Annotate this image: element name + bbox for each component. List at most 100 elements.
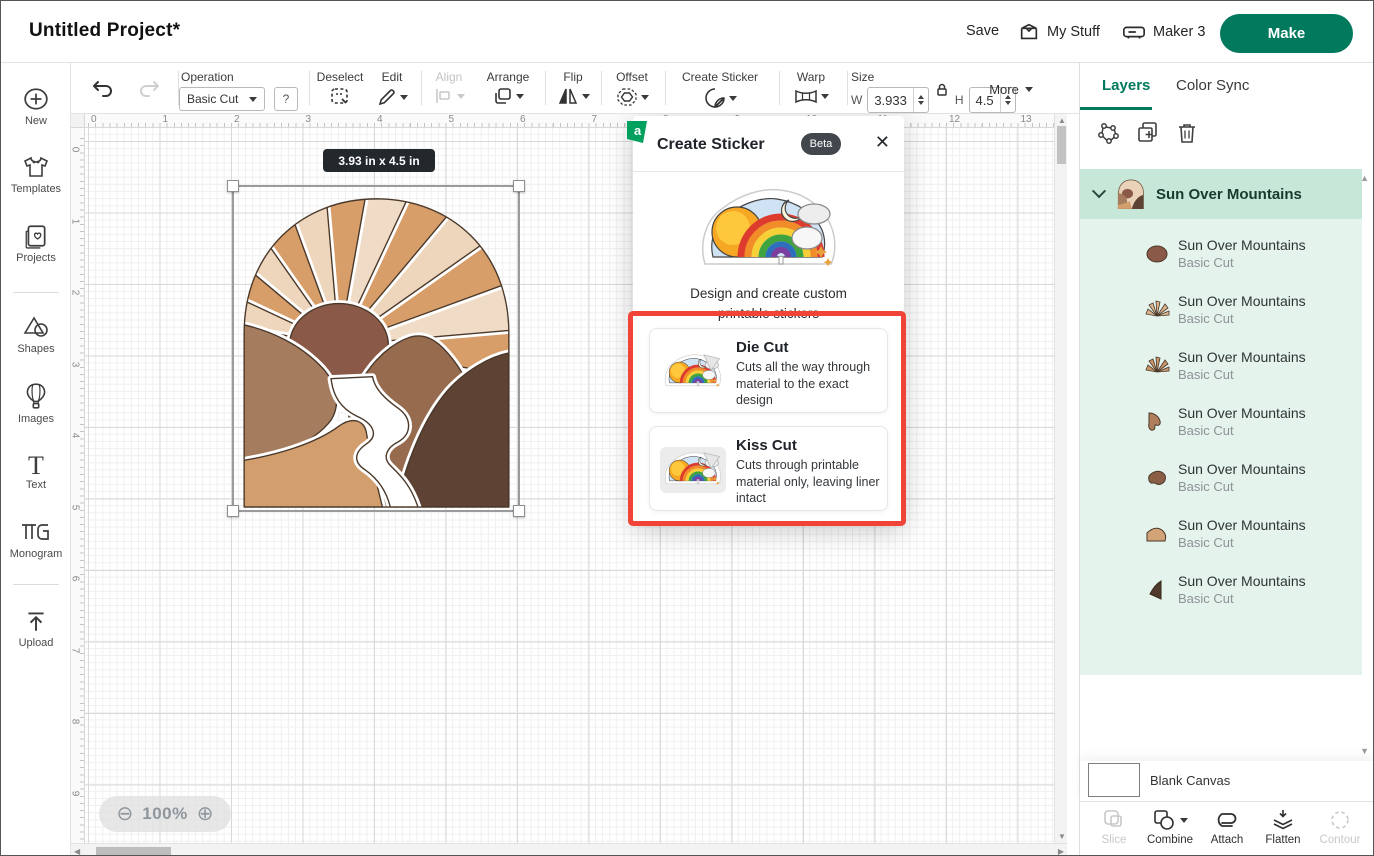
operation-select[interactable]: Basic Cut [179,87,265,111]
scrollbar-thumb[interactable] [96,847,171,855]
new-plus-icon [23,86,49,112]
my-stuff-icon [1018,21,1040,43]
tab-layers[interactable]: Layers [1102,77,1150,94]
layer-thumbnail-sun [1144,241,1170,267]
canvas-grid[interactable] [85,128,1054,843]
lock-aspect-icon[interactable] [934,82,950,98]
scroll-up-icon[interactable]: ▲ [1058,116,1066,125]
group-ungroup-icon[interactable] [1096,121,1121,146]
sidebar-item-templates[interactable]: Templates [1,154,71,195]
layer-thumbnail-rays-light [1144,297,1170,323]
machine-selector[interactable]: Maker 3 [1122,21,1205,43]
sidebar-item-label: New [1,115,71,127]
ruler-number: 2 [234,114,240,125]
layer-item[interactable]: Sun Over Mountains Basic Cut [1080,451,1362,507]
layer-item[interactable]: Sun Over Mountains Basic Cut [1080,339,1362,395]
layers-panel: Layers Color Sync ▲ [1079,63,1374,856]
selection-bounding-box[interactable] [232,185,520,512]
sidebar-item-monogram[interactable]: Monogram [1,519,71,560]
arrange-menu-button[interactable]: Arrange [477,63,539,114]
selection-handle[interactable] [513,180,525,192]
arrange-layers-icon [493,87,513,106]
selection-handle[interactable] [227,505,239,517]
tab-color-sync[interactable]: Color Sync [1176,77,1249,94]
sidebar-item-new[interactable]: New [1,86,71,127]
make-button[interactable]: Make [1220,14,1353,53]
zoom-out-button[interactable]: ⊖ [116,804,133,824]
toolbar-divider [601,71,602,105]
flatten-button[interactable]: Flatten [1257,808,1309,846]
die-cut-option[interactable]: Die Cut Cuts all the way through materia… [649,328,888,413]
save-button[interactable]: Save [966,23,999,39]
warp-label: Warp [781,70,841,84]
sticker-illustration [695,182,843,280]
layer-group-header[interactable]: Sun Over Mountains [1080,169,1362,219]
pencil-icon [377,87,397,107]
zoom-in-button[interactable]: ⊕ [197,804,214,824]
layer-item[interactable]: Sun Over Mountains Basic Cut [1080,507,1362,563]
width-label: W [851,93,862,107]
contour-button[interactable]: Contour [1314,808,1366,846]
sidebar-item-shapes[interactable]: Shapes [1,314,71,355]
scroll-left-icon[interactable]: ◀ [74,847,80,856]
chevron-down-icon[interactable] [1092,184,1106,198]
canvas-vertical-scrollbar[interactable]: ▲ ▼ [1054,114,1067,843]
canvas-horizontal-scrollbar[interactable]: ◀ ▶ [71,843,1067,856]
attach-button[interactable]: Attach [1201,808,1253,846]
width-stepper[interactable] [913,88,928,112]
flip-menu-button[interactable]: Flip [547,63,599,114]
align-menu-button[interactable]: Align [423,63,475,114]
create-sticker-button[interactable]: Create Sticker [667,63,773,114]
sidebar-item-projects[interactable]: Projects [1,223,71,264]
toolbar-divider [421,71,422,105]
ruler-number: 6 [520,114,526,125]
layer-thumbnail-mid-mountain [1144,465,1170,491]
size-tooltip: 3.93 in x 4.5 in [323,149,435,172]
deselect-button[interactable]: Deselect [311,63,369,114]
selection-handle[interactable] [227,180,239,192]
width-input[interactable]: 3.933 [867,87,929,113]
close-icon[interactable]: ✕ [875,132,890,153]
warp-menu-button[interactable]: Warp [781,63,841,114]
offset-menu-button[interactable]: Offset [603,63,661,114]
more-menu-button[interactable]: More [976,63,1046,114]
layer-actions-bar: Slice Combine Attach [1080,801,1374,856]
operation-help-button[interactable]: ? [274,87,298,111]
cricut-access-flag-icon: a [625,119,647,143]
delete-icon[interactable] [1176,121,1198,145]
redo-icon[interactable] [136,78,160,98]
edit-menu-button[interactable]: Edit [369,63,415,114]
attach-paperclip-icon [1214,808,1240,832]
my-stuff-button[interactable]: My Stuff [1018,21,1100,43]
selection-handle[interactable] [513,505,525,517]
undo-icon[interactable] [92,78,116,98]
layer-item[interactable]: Sun Over Mountains Basic Cut [1080,227,1362,283]
sidebar-item-label: Upload [1,637,71,649]
sidebar-item-label: Text [1,479,71,491]
sidebar-item-upload[interactable]: Upload [1,608,71,649]
kiss-cut-option[interactable]: Kiss Cut Cuts through printable material… [649,426,888,511]
width-value: 3.933 [868,88,913,112]
scroll-down-icon[interactable]: ▼ [1058,832,1066,841]
height-label: H [955,93,964,107]
blank-canvas-thumbnail[interactable] [1088,763,1140,797]
scroll-right-icon[interactable]: ▶ [1058,847,1064,856]
group-name: Sun Over Mountains [1156,186,1302,203]
die-cut-title: Die Cut [736,339,789,356]
layer-item[interactable]: Sun Over Mountains Basic Cut [1080,283,1362,339]
sidebar-item-text[interactable]: T Text [1,453,71,491]
make-label: Make [1268,25,1306,42]
layer-item[interactable]: Sun Over Mountains Basic Cut [1080,395,1362,451]
slice-button[interactable]: Slice [1088,808,1140,846]
scrollbar-thumb[interactable] [1057,126,1066,164]
combine-button[interactable]: Combine [1144,808,1196,846]
ruler-corner [71,114,85,128]
sidebar-item-images[interactable]: Images [1,382,71,425]
beta-badge: Beta [801,133,841,155]
combine-icon [1152,808,1176,832]
die-cut-thumbnail [660,349,726,395]
panel-scroll-down-icon[interactable]: ▼ [1360,746,1369,756]
duplicate-icon[interactable] [1136,121,1160,145]
layer-item[interactable]: Sun Over Mountains Basic Cut [1080,563,1362,619]
hot-air-balloon-icon [23,382,49,410]
